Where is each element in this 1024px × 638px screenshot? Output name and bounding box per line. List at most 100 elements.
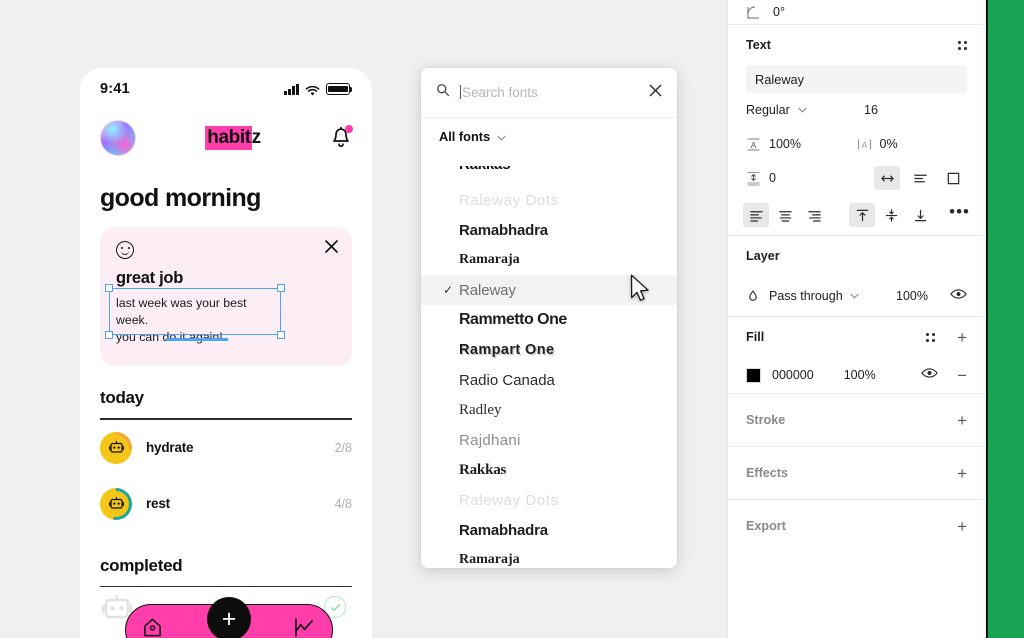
section-title: Stroke (746, 413, 786, 427)
layer-blend-row[interactable]: Pass through 100% (728, 276, 985, 316)
promo-body-line-2: you can do it again! (116, 330, 223, 344)
stroke-section-header[interactable]: Stroke + (728, 394, 985, 446)
paragraph-spacing-icon (746, 171, 761, 186)
font-name: Rampart One (459, 342, 555, 358)
line-height-field[interactable]: A 100% (746, 137, 857, 152)
effects-section-header[interactable]: Effects + (728, 447, 985, 499)
font-list-item[interactable]: Rakkas (421, 155, 677, 185)
section-title: Export (746, 519, 786, 533)
more-options-grid-icon[interactable] (958, 40, 967, 50)
selection-handle-br[interactable] (277, 331, 285, 339)
plus-icon[interactable]: + (957, 329, 967, 346)
phone-mockup-frame[interactable]: 9:41 habit z good morning great job last… (80, 68, 372, 638)
font-list-item[interactable]: Ramaraja (421, 545, 677, 568)
align-right-icon[interactable] (801, 203, 827, 227)
font-picker-popup[interactable]: Search fonts All fonts Rakkas Raleway Do… (421, 68, 677, 568)
avatar[interactable] (100, 120, 136, 156)
habit-progress-ring (100, 431, 132, 464)
font-list-item[interactable]: Raleway Dots (421, 185, 677, 215)
phone-bottom-area: + (80, 587, 372, 638)
plus-icon[interactable]: + (957, 465, 967, 482)
font-name: Radley (459, 401, 502, 418)
font-name: Raleway Dots (459, 491, 559, 509)
plus-icon[interactable]: + (957, 412, 967, 429)
font-name: Radio Canada (459, 371, 555, 389)
fill-hex-value[interactable]: 000000 (772, 368, 814, 382)
habit-progress-ring (100, 487, 132, 520)
fixed-size-icon[interactable] (940, 166, 966, 190)
font-list-item[interactable]: Rajdhani (421, 425, 677, 455)
habit-row[interactable]: hydrate 2/8 (80, 420, 372, 476)
rotation-row[interactable]: 0° (728, 0, 985, 24)
greeting-title: good morning (100, 184, 261, 212)
blend-mode-value: Pass through (769, 289, 843, 303)
font-list-item-selected[interactable]: ✓ Raleway (421, 275, 677, 305)
promo-card[interactable]: great job last week was your best week. … (100, 227, 352, 366)
close-icon[interactable] (324, 239, 339, 254)
add-habit-button[interactable]: + (207, 597, 251, 638)
chart-icon[interactable] (293, 617, 316, 638)
minus-icon[interactable]: − (957, 367, 967, 384)
paragraph-spacing-resize-row[interactable]: 0 (728, 161, 985, 195)
font-list-item[interactable]: Ramabhadra (421, 515, 677, 545)
font-list-item[interactable]: Raleway Dots (421, 485, 677, 515)
selection-handle-tl[interactable] (105, 284, 113, 292)
paragraph-spacing-field[interactable]: 0 (746, 171, 864, 186)
selection-handle-tr[interactable] (277, 284, 285, 292)
text-alignment-row[interactable]: ••• (728, 195, 985, 235)
search-input[interactable]: Search fonts (460, 85, 638, 100)
fill-color-row[interactable]: 000000 100% − (728, 357, 985, 393)
section-title: Fill (746, 330, 765, 344)
font-list-item[interactable]: Radley (421, 395, 677, 425)
habit-row[interactable]: rest 4/8 (80, 476, 372, 532)
font-list-item[interactable]: Radio Canada (421, 365, 677, 395)
align-left-icon[interactable] (743, 203, 769, 227)
letter-spacing-icon: A (857, 137, 872, 152)
notification-bell-icon[interactable] (330, 125, 353, 150)
selection-resize-bar[interactable] (166, 338, 228, 341)
plus-icon[interactable]: + (957, 518, 967, 535)
font-size-value[interactable]: 16 (864, 103, 878, 117)
eye-icon[interactable] (921, 366, 938, 384)
fill-color-swatch[interactable] (746, 367, 761, 383)
chevron-down-icon (497, 129, 506, 144)
plus-icon: + (221, 604, 237, 633)
font-list-item[interactable]: Rakkas (421, 455, 677, 485)
section-title-completed: completed (100, 555, 183, 575)
font-list-item[interactable]: Ramaraja (421, 245, 677, 275)
font-family-field[interactable]: Raleway (746, 65, 967, 93)
selection-handle-bl[interactable] (105, 331, 113, 339)
font-list[interactable]: Rakkas Raleway Dots Ramabhadra Ramaraja … (421, 155, 677, 568)
habit-label: rest (146, 496, 170, 512)
font-category-filter[interactable]: All fonts (421, 118, 677, 155)
line-height-letter-spacing-row[interactable]: A 100% A 0% (728, 127, 985, 161)
font-weight-dropdown[interactable]: Regular (746, 103, 864, 117)
styles-grid-icon[interactable] (926, 332, 936, 342)
properties-panel[interactable]: 0° Text Raleway Regular 16 A 100% A 0% 0… (727, 0, 985, 638)
font-list-item[interactable]: Rampart One (421, 335, 677, 365)
align-top-icon[interactable] (849, 203, 875, 227)
align-middle-icon[interactable] (878, 203, 904, 227)
ellipsis-icon[interactable]: ••• (949, 203, 970, 220)
font-weight-size-row[interactable]: Regular 16 (728, 93, 985, 127)
section-title-today: today (100, 388, 144, 407)
auto-height-icon[interactable] (907, 166, 933, 190)
home-icon[interactable] (142, 617, 163, 638)
letter-spacing-value: 0% (879, 137, 898, 151)
layer-opacity-value[interactable]: 100% (896, 289, 928, 303)
status-icon-group (284, 83, 353, 95)
export-section-header[interactable]: Export + (728, 500, 985, 552)
fill-opacity-value[interactable]: 100% (844, 368, 876, 382)
search-placeholder: Search fonts (462, 85, 538, 100)
align-bottom-icon[interactable] (907, 203, 933, 227)
font-list-item[interactable]: Rammetto One (421, 305, 677, 335)
app-header: habit z (80, 110, 372, 166)
font-list-item[interactable]: Ramabhadra (421, 215, 677, 245)
line-height-icon: A (746, 137, 761, 152)
eye-icon[interactable] (950, 287, 967, 305)
close-icon[interactable] (648, 83, 663, 103)
font-search-row[interactable]: Search fonts (421, 68, 677, 118)
auto-width-icon[interactable] (874, 166, 900, 190)
align-center-icon[interactable] (772, 203, 798, 227)
letter-spacing-field[interactable]: A 0% (857, 137, 968, 152)
